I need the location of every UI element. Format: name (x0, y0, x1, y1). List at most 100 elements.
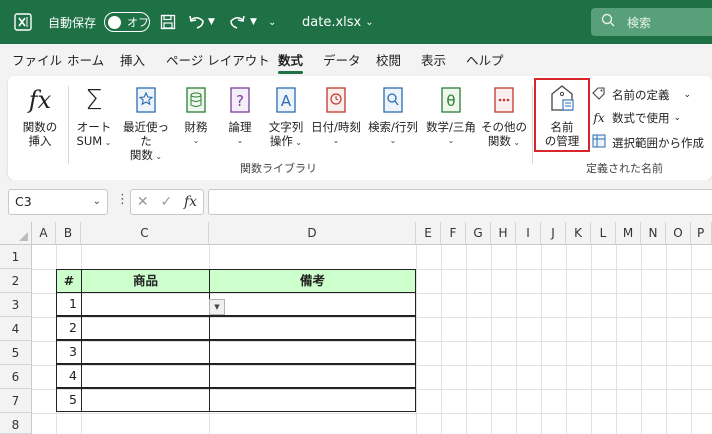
tab-page-layout[interactable]: ページ レイアウト (166, 44, 270, 76)
tab-view[interactable]: 表示 (421, 44, 446, 76)
save-icon[interactable] (160, 0, 176, 44)
column-header[interactable]: N (641, 222, 666, 245)
ribbon: fx 関数の 挿入 Σ オート SUM ⌄ 最近使った 関数 ⌄ 財務 ⌄ ? … (8, 76, 712, 180)
select-all-corner[interactable] (0, 222, 32, 245)
table-cell-number[interactable]: 1 (56, 292, 82, 316)
gridline (691, 245, 692, 434)
function-library-label: 関数ライブラリ (240, 162, 317, 175)
file-name[interactable]: date.xlsx ⌄ (302, 0, 374, 44)
column-header[interactable]: E (416, 222, 441, 245)
table-cell-product[interactable] (81, 316, 210, 340)
lookup-button[interactable]: 検索/行列 ⌄ (366, 82, 420, 148)
row-header[interactable]: 3 (0, 293, 32, 317)
datetime-button[interactable]: 日付/時刻 ⌄ (310, 82, 362, 148)
table-cell-notes[interactable] (209, 364, 416, 388)
row-header[interactable]: 1 (0, 245, 32, 269)
table-header-number[interactable]: # (56, 269, 82, 293)
table-cell-notes[interactable] (209, 340, 416, 364)
column-header[interactable]: C (81, 222, 209, 245)
table-cell-notes[interactable] (209, 388, 416, 412)
confirm-icon[interactable]: ✓ (160, 194, 172, 210)
gridline (32, 413, 712, 414)
create-from-selection-button[interactable]: 選択範囲から作成 (590, 134, 704, 151)
formula-input[interactable] (208, 189, 712, 215)
column-header[interactable]: D (209, 222, 416, 245)
use-in-formula-button[interactable]: fx 数式で使用 ⌄ (590, 110, 681, 126)
theta-book-icon: θ (440, 82, 462, 118)
column-header[interactable]: P (691, 222, 712, 245)
worksheet-grid: A B C D E F G H I J K L M N O P 1 2 3 4 … (0, 222, 712, 434)
table-cell-product[interactable] (81, 292, 210, 316)
row-header[interactable]: 8 (0, 413, 32, 434)
redo-dropdown-icon[interactable]: ▼ (250, 0, 257, 44)
column-header[interactable]: I (516, 222, 541, 245)
define-name-button[interactable]: 名前の定義 ⌄ (590, 86, 691, 103)
more-dots-icon[interactable]: ⋮ (116, 192, 129, 207)
tag-small-icon (590, 86, 608, 103)
gridline (466, 245, 467, 434)
row-header[interactable]: 7 (0, 389, 32, 413)
table-cell-notes[interactable] (209, 292, 416, 316)
column-header[interactable]: G (466, 222, 491, 245)
text-book-icon: A (275, 82, 297, 118)
table-header-notes[interactable]: 備考 (209, 269, 416, 293)
financial-button[interactable]: 財務 ⌄ (178, 82, 214, 148)
redo-icon[interactable] (228, 0, 246, 44)
more-functions-button[interactable]: その他の 関数 ⌄ (480, 82, 528, 150)
chevron-down-icon: ⌄ (683, 89, 692, 100)
row-header[interactable]: 2 (0, 269, 32, 293)
logical-button[interactable]: ? 論理 ⌄ (222, 82, 258, 148)
table-cell-product[interactable] (81, 340, 210, 364)
autosum-button[interactable]: Σ オート SUM ⌄ (72, 82, 116, 150)
table-cell-product[interactable] (81, 364, 210, 388)
row-header[interactable]: 4 (0, 317, 32, 341)
tab-data[interactable]: データ (323, 44, 361, 76)
text-functions-button[interactable]: A 文字列 操作 ⌄ (262, 82, 310, 150)
column-header[interactable]: H (491, 222, 516, 245)
table-cell-number[interactable]: 4 (56, 364, 82, 388)
search-icon (601, 13, 615, 31)
table-cell-number[interactable]: 5 (56, 388, 82, 412)
tab-help[interactable]: ヘルプ (466, 44, 504, 76)
name-box[interactable]: C3 ⌄ (8, 189, 108, 215)
ribbon-separator (532, 86, 533, 164)
column-header[interactable]: L (591, 222, 616, 245)
undo-icon[interactable] (188, 0, 206, 44)
chevron-down-icon: ⌄ (192, 136, 200, 145)
column-header[interactable]: K (566, 222, 591, 245)
validation-dropdown-button[interactable]: ▼ (209, 299, 225, 315)
cancel-icon[interactable]: ✕ (137, 194, 149, 210)
customize-toolbar-icon[interactable]: ⌄ (268, 0, 276, 44)
tab-insert[interactable]: 挿入 (120, 44, 145, 76)
tab-file[interactable]: ファイル (12, 44, 62, 76)
ribbon-separator (68, 86, 69, 164)
math-trig-button[interactable]: θ 数学/三角 ⌄ (424, 82, 478, 148)
column-header[interactable]: O (666, 222, 691, 245)
insert-function-button[interactable]: fx 関数の 挿入 (16, 82, 64, 148)
undo-dropdown-icon[interactable]: ▼ (208, 0, 215, 44)
chevron-down-icon: ⌄ (236, 136, 244, 145)
row-header[interactable]: 5 (0, 341, 32, 365)
row-header[interactable]: 6 (0, 365, 32, 389)
column-header[interactable]: F (441, 222, 466, 245)
tab-review[interactable]: 校閲 (376, 44, 401, 76)
chevron-down-icon: ⌄ (365, 16, 374, 28)
search-input[interactable]: 検索 (591, 8, 712, 36)
tab-formulas[interactable]: 数式 (278, 44, 304, 76)
table-cell-product[interactable] (81, 388, 210, 412)
table-cell-number[interactable]: 3 (56, 340, 82, 364)
table-cell-number[interactable]: 2 (56, 316, 82, 340)
formula-bar: C3 ⌄ ⋮ ✕ ✓ fx (0, 180, 712, 222)
insert-function-icon[interactable]: fx (184, 194, 197, 210)
name-manager-button[interactable]: 名前 の管理 (536, 82, 588, 148)
autosave-toggle[interactable]: オフ (104, 12, 150, 32)
tab-home[interactable]: ホーム (67, 44, 104, 76)
column-header[interactable]: M (616, 222, 641, 245)
column-header[interactable]: J (541, 222, 566, 245)
recent-functions-button[interactable]: 最近使った 関数 ⌄ (118, 82, 174, 164)
table-cell-notes[interactable] (209, 316, 416, 340)
table-header-product[interactable]: 商品 (81, 269, 210, 293)
column-header[interactable]: B (56, 222, 81, 245)
menu-bar: ファイル ホーム 挿入 ページ レイアウト 数式 データ 校閲 表示 ヘルプ (0, 44, 712, 76)
column-header[interactable]: A (32, 222, 56, 245)
